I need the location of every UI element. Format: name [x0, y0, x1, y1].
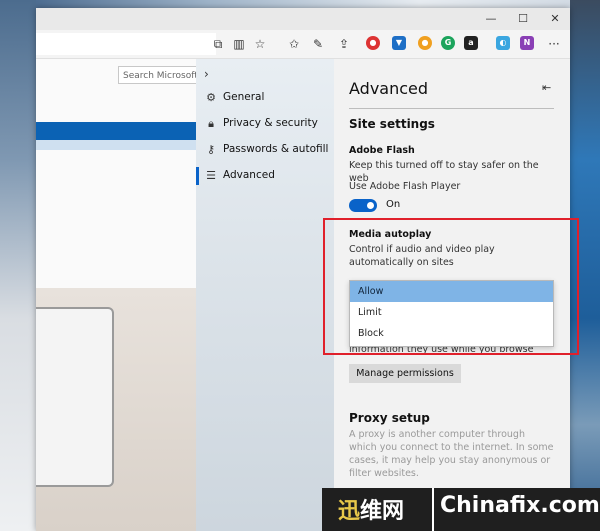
key-icon: ⚷ — [206, 143, 216, 156]
extension-icon[interactable]: ● — [418, 36, 432, 50]
favorites-hub-icon[interactable]: ✩ — [284, 34, 304, 54]
extensions-icon[interactable]: ⧉ — [208, 34, 228, 54]
divider — [349, 108, 554, 109]
flash-toggle[interactable] — [349, 199, 377, 212]
nav-item-advanced[interactable]: ☰ Advanced — [196, 165, 334, 187]
watermark-chinese: 迅维网 — [338, 493, 404, 525]
nav-item-label: Privacy & security — [223, 117, 318, 129]
lock-icon: 🔒︎ — [208, 117, 214, 130]
watermark-rest: 维网 — [360, 499, 405, 524]
highlight-box — [323, 218, 579, 355]
page-device-image — [36, 307, 114, 487]
desktop-wallpaper-left — [0, 0, 36, 531]
adblock-extension-icon[interactable]: ● — [366, 36, 380, 50]
nav-item-privacy[interactable]: 🔒︎ Privacy & security — [196, 113, 334, 135]
collapse-chevron-icon[interactable]: › — [204, 67, 209, 81]
amazon-extension-icon[interactable]: a — [464, 36, 478, 50]
page-banner-strip — [36, 140, 196, 150]
nav-item-general[interactable]: ⚙ General — [196, 87, 334, 109]
site-settings-heading: Site settings — [349, 117, 435, 131]
flash-toggle-label: Use Adobe Flash Player — [349, 181, 461, 192]
nav-item-label: Passwords & autofill — [223, 143, 329, 155]
grammarly-extension-icon[interactable]: G — [441, 36, 455, 50]
watermark-divider — [432, 488, 434, 531]
watermark: 迅维网 Chinafix.com — [322, 488, 600, 531]
page-banner — [36, 122, 196, 140]
browser-toolbar: ⧉ ▥ ☆ ✩ ✎ ⇪ ● ▼ ● G a ◐ N ··· — [36, 30, 570, 59]
watermark-english: Chinafix.com — [440, 493, 600, 518]
manage-permissions-button[interactable]: Manage permissions — [349, 364, 461, 383]
favorite-star-icon[interactable]: ☆ — [250, 34, 270, 54]
settings-nav: › ⚙ General 🔒︎ Privacy & security ⚷ Pass… — [196, 59, 334, 531]
adobe-flash-heading: Adobe Flash — [349, 145, 415, 156]
address-bar[interactable] — [36, 33, 216, 55]
proxy-setup-description: A proxy is another computer through whic… — [349, 429, 554, 479]
pen-icon[interactable]: ✎ — [308, 34, 328, 54]
nav-item-label: Advanced — [223, 169, 275, 181]
sliders-icon: ☰ — [206, 169, 216, 182]
gear-icon: ⚙ — [206, 91, 216, 104]
flash-toggle-state: On — [386, 199, 401, 210]
watermark-prefix: 迅 — [338, 499, 361, 524]
extension-icon[interactable]: ▼ — [392, 36, 406, 50]
panel-title: Advanced — [349, 79, 429, 98]
nav-item-passwords[interactable]: ⚷ Passwords & autofill — [196, 139, 334, 161]
minimize-button[interactable]: — — [476, 10, 506, 28]
title-bar: — ☐ ✕ — [36, 8, 570, 30]
share-icon[interactable]: ⇪ — [334, 34, 354, 54]
nav-item-label: General — [223, 91, 265, 103]
toggle-knob — [367, 202, 374, 209]
maximize-button[interactable]: ☐ — [508, 10, 538, 28]
extension-icon[interactable]: ◐ — [496, 36, 510, 50]
pin-icon[interactable]: ⇤ — [542, 81, 551, 94]
onenote-extension-icon[interactable]: N — [520, 36, 534, 50]
search-input[interactable]: Search Microsoft — [118, 66, 198, 84]
proxy-setup-heading: Proxy setup — [349, 411, 430, 425]
close-button[interactable]: ✕ — [540, 10, 570, 28]
page-content — [36, 59, 196, 531]
reading-view-icon[interactable]: ▥ — [229, 34, 249, 54]
more-icon[interactable]: ··· — [544, 34, 564, 54]
